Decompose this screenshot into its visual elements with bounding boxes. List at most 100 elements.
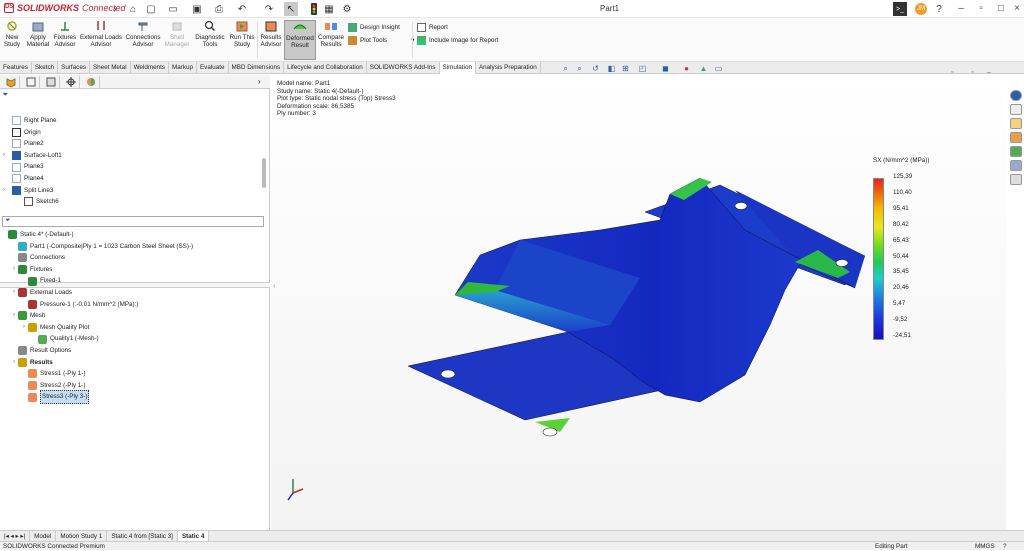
appearance-icon[interactable]: ● <box>681 64 692 74</box>
design-library-icon[interactable] <box>1010 104 1022 115</box>
rebuild-icon[interactable]: ▦ <box>322 2 336 16</box>
fixtures-advisor-button[interactable]: Fixtures Advisor <box>52 20 78 60</box>
file-explorer-icon[interactable] <box>1010 118 1022 129</box>
previous-view-icon[interactable]: ↺ <box>590 64 601 74</box>
monitor-icon[interactable]: ▭ <box>713 64 724 74</box>
sim-tree-fixtures[interactable]: › Fixtures <box>10 264 52 276</box>
include-image-button[interactable]: Include Image for Report <box>417 34 498 46</box>
options-gear-icon[interactable]: ⚙ <box>340 2 354 16</box>
tab-mbd-dimensions[interactable]: MBD Dimensions <box>229 62 285 74</box>
apply-material-button[interactable]: Apply Material <box>26 20 50 60</box>
tab-surfaces[interactable]: Surfaces <box>58 62 90 74</box>
expand-icon[interactable]: › <box>10 264 18 276</box>
feature-tree-item[interactable]: Plane2 <box>0 138 44 150</box>
bottom-tab-static-4[interactable]: Static 4 <box>177 531 210 541</box>
sim-tree-pressure[interactable]: Pressure-1 (:-0,01 N/mm^2 (MPa):) <box>20 299 138 311</box>
undo-icon[interactable]: ↶ <box>235 2 249 16</box>
compare-results-button[interactable]: Compare Results <box>318 20 344 60</box>
print-icon[interactable]: ⎙ <box>212 2 226 16</box>
save-icon[interactable]: ▣ <box>190 2 204 16</box>
connections-advisor-button[interactable]: Connections Advisor <box>125 20 161 60</box>
expand-icon[interactable]: › <box>10 310 18 322</box>
property-manager-tab[interactable] <box>22 76 40 88</box>
bottom-tab-model[interactable]: Model <box>30 531 57 541</box>
zoom-area-icon[interactable]: ⌕ <box>574 64 585 74</box>
feature-tree-item[interactable]: Plane4 <box>0 173 44 185</box>
maximize-icon[interactable]: □ <box>994 2 1008 16</box>
sim-tree-external-loads[interactable]: › External Loads <box>10 287 72 299</box>
sim-tree-stress3[interactable]: Stress3 (-Ply 3-) <box>20 390 90 404</box>
sim-tree-result-options[interactable]: Result Options <box>10 345 71 357</box>
feature-tree-item[interactable]: Sketch6 <box>0 196 59 208</box>
deformed-result-button[interactable]: Deformed Result <box>284 20 316 60</box>
dynamic-annotation-icon[interactable]: ⊞ <box>620 64 631 74</box>
configuration-manager-tab[interactable] <box>42 76 60 88</box>
user-avatar[interactable]: JM <box>915 3 927 15</box>
close-icon[interactable]: × <box>1010 2 1024 16</box>
panel-expand-icon[interactable]: › <box>258 77 261 86</box>
sim-tree-mesh-quality-plot[interactable]: › Mesh Quality Plot <box>20 322 89 334</box>
open-folder-icon[interactable]: ▭ <box>166 2 180 16</box>
tab-lifecycle-and-collaboration[interactable]: Lifecycle and Collaboration <box>284 62 367 74</box>
viewport-split-icon[interactable]: ▫ <box>971 69 973 76</box>
tab-sketch[interactable]: Sketch <box>32 62 59 74</box>
bottom-tab-motion-study-1[interactable]: Motion Study 1 <box>56 531 108 541</box>
appearances-icon[interactable] <box>1010 146 1022 157</box>
report-button[interactable]: Report <box>417 21 448 33</box>
tab-features[interactable]: Features <box>0 62 32 74</box>
feature-tree-item[interactable]: › Surface-Loft1 <box>0 150 62 162</box>
results-advisor-button[interactable]: Results Advisor <box>259 20 283 60</box>
diagnostic-tools-button[interactable]: Diagnostic Tools <box>194 20 226 60</box>
forum-icon[interactable] <box>1010 174 1022 185</box>
filter-icon[interactable]: ⏷ <box>2 90 8 100</box>
panel-collapse-handle[interactable]: ‹ <box>273 283 275 290</box>
run-this-study-button[interactable]: Run This Study <box>228 20 256 60</box>
arrow-right-icon[interactable]: › <box>108 2 122 16</box>
feature-tree-item[interactable]: › Split Line3 <box>0 185 53 197</box>
viewport-minimize-icon[interactable]: – <box>987 69 991 76</box>
view-orientation-icon[interactable]: ◰ <box>637 64 648 74</box>
minimize-icon[interactable]: – <box>954 2 968 16</box>
bottom-tab-static-4-from-static-3-[interactable]: Static 4 from [Static 3] <box>107 531 178 541</box>
sim-tree-part[interactable]: Part1 (-Composite|Ply 1 = 1023 Carbon St… <box>10 241 193 253</box>
tab-evaluate[interactable]: Evaluate <box>197 62 229 74</box>
expand-icon[interactable]: › <box>0 185 8 197</box>
sim-tree-quality1[interactable]: Quality1 (-Mesh-) <box>30 333 99 345</box>
display-manager-tab[interactable] <box>82 76 100 88</box>
help-icon[interactable]: ? <box>932 2 946 16</box>
tab-analysis-preparation[interactable]: Analysis Preparation <box>476 62 541 74</box>
restore-icon[interactable]: ▫ <box>974 2 988 16</box>
home-icon[interactable]: ⌂ <box>126 2 140 16</box>
solidworks-resources-icon[interactable] <box>1010 90 1022 101</box>
sim-tree-stress1[interactable]: Stress1 (-Ply 1-) <box>20 368 85 380</box>
feature-tree-item[interactable]: Right Plane <box>0 115 57 127</box>
terminal-icon[interactable]: >_ <box>893 2 907 16</box>
shell-manager-button[interactable]: Shell Manager <box>164 20 190 60</box>
select-arrow-icon[interactable]: ↖ <box>284 2 298 16</box>
section-view-icon[interactable]: ◧ <box>606 64 617 74</box>
expand-icon[interactable]: › <box>20 322 28 334</box>
scene-icon[interactable]: ▲ <box>698 64 709 74</box>
tree-filter-input[interactable]: ⏷ <box>2 216 264 227</box>
tab-solidworks-add-ins[interactable]: SOLIDWORKS Add-Ins <box>367 62 440 74</box>
view-palette-icon[interactable] <box>1010 132 1022 143</box>
feature-tree-item[interactable]: Plane3 <box>0 161 44 173</box>
design-insight-button[interactable]: Design Insight <box>348 21 400 33</box>
tab-scroll-icons[interactable]: |◂ ◂ ▸ ▸| <box>0 531 31 541</box>
new-document-icon[interactable]: ▢ <box>144 2 158 16</box>
external-loads-advisor-button[interactable]: External Loads Advisor <box>80 20 122 60</box>
sim-tree-study[interactable]: Static 4* (-Default-) <box>0 229 74 241</box>
redo-icon[interactable]: ↷ <box>262 2 276 16</box>
zoom-to-fit-icon[interactable]: ⌕ <box>560 64 571 74</box>
expand-icon[interactable]: › <box>10 357 18 369</box>
tree-scrollbar[interactable] <box>262 158 266 188</box>
custom-properties-icon[interactable] <box>1010 160 1022 171</box>
tab-simulation[interactable]: Simulation <box>439 62 476 74</box>
tab-markup[interactable]: Markup <box>169 62 197 74</box>
sim-tree-results[interactable]: › Results <box>10 357 53 369</box>
expand-icon[interactable]: › <box>0 150 8 162</box>
viewport-restore-icon[interactable]: ▫ <box>951 69 953 76</box>
tab-sheet-metal[interactable]: Sheet Metal <box>90 62 131 74</box>
feature-tree-item[interactable]: Origin <box>0 127 41 139</box>
display-style-icon[interactable]: ◼ <box>660 64 671 74</box>
